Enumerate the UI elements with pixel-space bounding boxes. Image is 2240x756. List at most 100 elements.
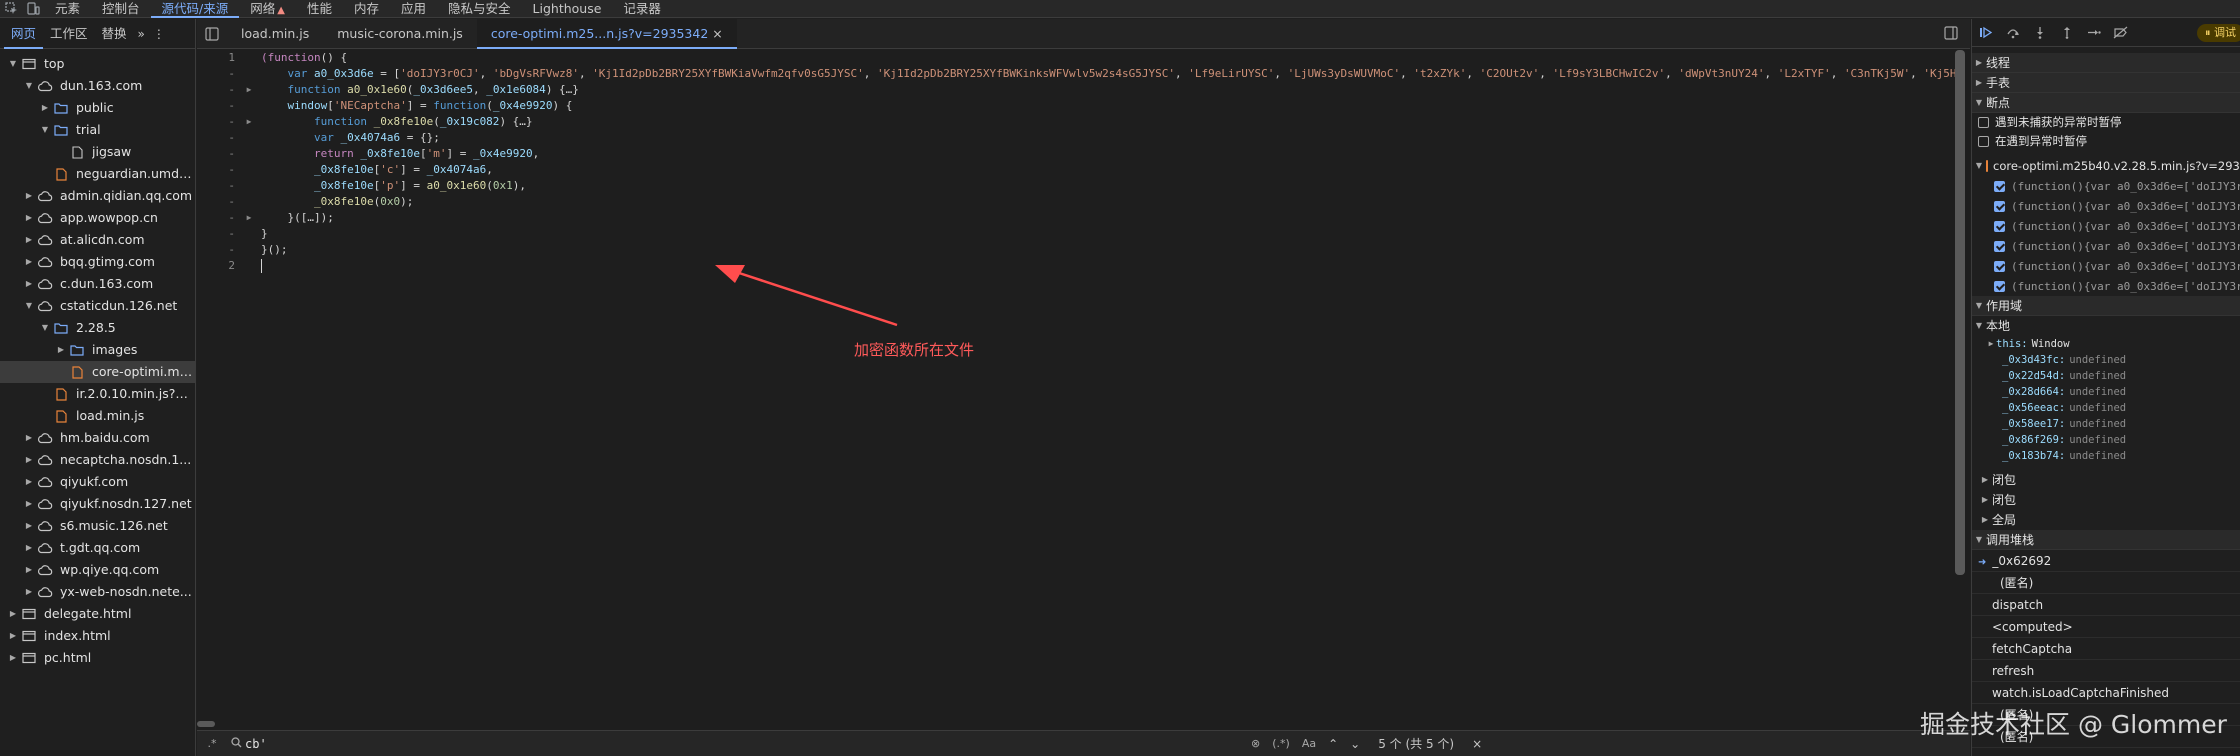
- resume-icon[interactable]: [1972, 19, 1999, 47]
- chevron-right-icon[interactable]: ▶: [22, 581, 36, 603]
- code-line[interactable]: -}: [197, 226, 1957, 242]
- code-line[interactable]: -}();: [197, 242, 1957, 258]
- chevron-right-icon[interactable]: ▶: [22, 559, 36, 581]
- editor-tab-music-corona[interactable]: music-corona.min.js: [323, 19, 477, 49]
- chevron-down-icon[interactable]: ▼: [6, 53, 20, 75]
- breakpoint-checkbox[interactable]: [1994, 220, 2005, 232]
- fold-toggle-icon[interactable]: [241, 178, 257, 194]
- line-number[interactable]: -: [197, 82, 241, 98]
- tree-item[interactable]: ▶ s6.music.126.net: [0, 515, 195, 537]
- code-line[interactable]: - ▶ function _0x8fe10e(_0x19c082) {…}: [197, 114, 1957, 130]
- scope-variable[interactable]: _0x22d54d: undefined: [1972, 368, 2240, 384]
- search-input[interactable]: [245, 736, 1245, 751]
- more-tabs-icon[interactable]: »: [134, 27, 149, 41]
- scope-group[interactable]: ▶ 全局: [1972, 510, 2240, 530]
- close-icon[interactable]: ×: [712, 26, 722, 41]
- section-breakpoints[interactable]: ▼ 断点: [1972, 93, 2240, 113]
- top-tab[interactable]: 应用: [390, 0, 437, 18]
- breakpoint-item[interactable]: (function(){var a0_0x3d6e=['doIJY3r0: [1972, 256, 2240, 276]
- breakpoint-checkbox[interactable]: [1994, 280, 2005, 292]
- section-callstack[interactable]: ▼ 调用堆栈: [1972, 530, 2240, 550]
- pause-caught-option[interactable]: 在遇到异常时暂停: [1972, 132, 2240, 151]
- chevron-right-icon[interactable]: ▶: [22, 229, 36, 251]
- chevron-right-icon[interactable]: ▶: [22, 471, 36, 493]
- step-over-icon[interactable]: [1999, 19, 2026, 47]
- fold-toggle-icon[interactable]: [241, 146, 257, 162]
- scope-this[interactable]: ▶ this: Window: [1972, 336, 2240, 352]
- fold-toggle-icon[interactable]: ▶: [241, 114, 257, 130]
- section-scope[interactable]: ▼ 作用域: [1972, 296, 2240, 316]
- call-frame[interactable]: <computed>: [1972, 616, 2240, 638]
- line-number[interactable]: -: [197, 178, 241, 194]
- chevron-right-icon[interactable]: ▶: [54, 339, 68, 361]
- line-number[interactable]: -: [197, 194, 241, 210]
- chevron-right-icon[interactable]: ▶: [22, 537, 36, 559]
- toggle-navigator-icon[interactable]: [197, 19, 227, 49]
- chevron-right-icon[interactable]: ▶: [6, 625, 20, 647]
- breakpoint-item[interactable]: (function(){var a0_0x3d6e=['doIJY3r0: [1972, 236, 2240, 256]
- checkbox[interactable]: [1978, 117, 1989, 128]
- scope-variable[interactable]: _0x58ee17: undefined: [1972, 416, 2240, 432]
- kebab-menu-icon[interactable]: ⋮: [149, 27, 169, 41]
- code-line[interactable]: - ▶ function a0_0x1e60(_0x3d6ee5, _0x1e60…: [197, 82, 1957, 98]
- call-frame[interactable]: refresh: [1972, 660, 2240, 682]
- tree-item[interactable]: ▼ trial: [0, 119, 195, 141]
- scope-variable[interactable]: _0x3d43fc: undefined: [1972, 352, 2240, 368]
- regex-option-button[interactable]: (.*): [1272, 737, 1290, 750]
- code-line[interactable]: - var _0x4074a6 = {};: [197, 130, 1957, 146]
- line-number[interactable]: 2: [197, 258, 241, 274]
- tree-item[interactable]: ▶ hm.baidu.com: [0, 427, 195, 449]
- vertical-scrollbar[interactable]: [1955, 50, 1965, 575]
- call-frame[interactable]: ➜ _0x62692: [1972, 550, 2240, 572]
- tree-item[interactable]: ▶ yx-web-nosdn.nete...: [0, 581, 195, 603]
- tree-item[interactable]: ▶ t.gdt.qq.com: [0, 537, 195, 559]
- fold-toggle-icon[interactable]: [241, 194, 257, 210]
- line-number[interactable]: -: [197, 114, 241, 130]
- top-tab[interactable]: 记录器: [612, 0, 672, 18]
- line-number[interactable]: -: [197, 210, 241, 226]
- breakpoint-checkbox[interactable]: [1994, 240, 2005, 252]
- fold-toggle-icon[interactable]: [241, 130, 257, 146]
- pause-uncaught-option[interactable]: 遇到未捕获的异常时暂停: [1972, 113, 2240, 132]
- breakpoint-item[interactable]: (function(){var a0_0x3d6e=['doIJY3r0: [1972, 176, 2240, 196]
- tree-item[interactable]: ▶ at.alicdn.com: [0, 229, 195, 251]
- fold-toggle-icon[interactable]: [241, 162, 257, 178]
- breakpoint-checkbox[interactable]: [1994, 200, 2005, 212]
- tree-item[interactable]: ▼ top: [0, 53, 195, 75]
- next-match-icon[interactable]: ⌄: [1350, 737, 1360, 751]
- tree-item[interactable]: jigsaw: [0, 141, 195, 163]
- code-line[interactable]: - _0x8fe10e(0x0);: [197, 194, 1957, 210]
- chevron-down-icon[interactable]: ▼: [22, 75, 36, 97]
- code-area[interactable]: 1 (function() {- var a0_0x3d6e = ['doIJY3…: [197, 50, 1957, 730]
- code-line[interactable]: - ▶ }([…]);: [197, 210, 1957, 226]
- line-number[interactable]: -: [197, 146, 241, 162]
- step-icon[interactable]: [2080, 19, 2107, 47]
- deactivate-breakpoints-icon[interactable]: [2107, 19, 2134, 47]
- section-watch[interactable]: ▶ 手表: [1972, 73, 2240, 93]
- top-tab[interactable]: 内存: [343, 0, 390, 18]
- chevron-right-icon[interactable]: ▶: [22, 251, 36, 273]
- line-number[interactable]: -: [197, 66, 241, 82]
- match-case-button[interactable]: Aa: [1302, 737, 1316, 750]
- breakpoint-item[interactable]: (function(){var a0_0x3d6e=['doIJY3r0: [1972, 196, 2240, 216]
- tree-item[interactable]: ▶ app.wowpop.cn: [0, 207, 195, 229]
- editor-tab-load[interactable]: load.min.js: [227, 19, 323, 49]
- scope-variable[interactable]: _0x183b74: undefined: [1972, 448, 2240, 464]
- chevron-down-icon[interactable]: ▼: [22, 295, 36, 317]
- tree-item[interactable]: ▶ qiyukf.com: [0, 471, 195, 493]
- code-line[interactable]: - _0x8fe10e['c'] = _0x4074a6,: [197, 162, 1957, 178]
- clear-search-icon[interactable]: ⊗: [1251, 737, 1260, 750]
- scope-variable[interactable]: _0x28d664: undefined: [1972, 384, 2240, 400]
- tree-item[interactable]: ▼ dun.163.com: [0, 75, 195, 97]
- line-number[interactable]: 1: [197, 50, 241, 66]
- chevron-down-icon[interactable]: ▼: [38, 119, 52, 141]
- inspect-element-icon[interactable]: [0, 0, 22, 18]
- chevron-right-icon[interactable]: ▶: [22, 515, 36, 537]
- tree-item[interactable]: ir.2.0.10.min.js?v=...: [0, 383, 195, 405]
- fold-toggle-icon[interactable]: [241, 258, 257, 274]
- close-search-icon[interactable]: ×: [1472, 737, 1482, 751]
- scope-local[interactable]: ▼ 本地: [1972, 316, 2240, 336]
- code-line[interactable]: - return _0x8fe10e['m'] = _0x4e9920,: [197, 146, 1957, 162]
- chevron-right-icon[interactable]: ▶: [22, 493, 36, 515]
- tree-item[interactable]: ▶ necaptcha.nosdn.1...: [0, 449, 195, 471]
